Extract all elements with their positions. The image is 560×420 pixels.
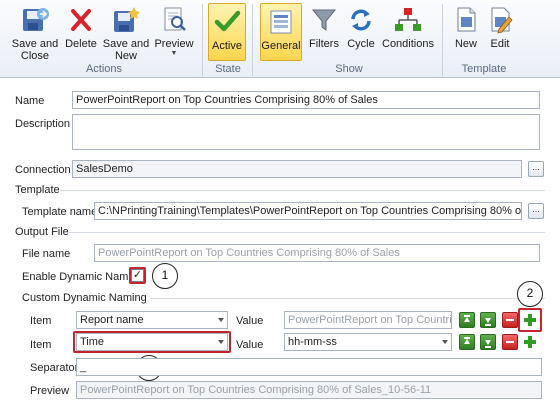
actions-group-label: Actions xyxy=(85,63,123,75)
save-and-new-icon xyxy=(111,5,141,35)
section-divider xyxy=(68,232,545,233)
value-select-value: hh-mm-ss xyxy=(288,336,337,348)
name-field[interactable]: PowerPointReport on Top Countries Compri… xyxy=(72,91,540,109)
state-group-label: State xyxy=(215,63,241,75)
template-browse-button[interactable]: ... xyxy=(528,203,544,219)
ribbon-separator xyxy=(442,4,443,76)
move-down-icon xyxy=(485,346,491,348)
active-button[interactable]: Active xyxy=(208,3,246,61)
remove-row-button[interactable] xyxy=(502,312,518,328)
move-down-button[interactable] xyxy=(480,312,496,328)
ribbon-separator xyxy=(202,4,203,76)
save-and-close-icon xyxy=(20,5,50,35)
save-and-new-button[interactable]: Save and New xyxy=(102,2,150,62)
output-file-section-label: Output File xyxy=(15,226,69,238)
preview-icon xyxy=(159,5,189,35)
move-up-icon xyxy=(464,337,470,339)
checkmark-icon xyxy=(212,7,242,37)
preview-field: PowerPointReport on Top Countries Compri… xyxy=(76,381,542,399)
value-label: Value xyxy=(236,315,264,327)
connection-browse-button[interactable]: ... xyxy=(528,161,544,177)
file-name-label: File name xyxy=(22,248,71,260)
filters-button[interactable]: Filters xyxy=(306,2,342,62)
description-label: Description xyxy=(15,118,71,130)
template-edit-button[interactable]: Edit xyxy=(486,2,514,62)
template-new-label: New xyxy=(454,38,477,50)
filters-label: Filters xyxy=(309,38,339,50)
delete-label: Delete xyxy=(65,38,97,50)
cycle-button[interactable]: Cycle xyxy=(344,2,378,62)
section-divider xyxy=(60,190,545,191)
add-row-button[interactable] xyxy=(522,312,538,328)
callout-1: 1 xyxy=(152,263,178,289)
general-icon xyxy=(266,7,296,37)
template-name-label: Template name xyxy=(22,206,98,218)
template-name-field[interactable]: C:\NPrintingTraining\Templates\PowerPoin… xyxy=(94,202,522,220)
item-select[interactable]: Time xyxy=(76,333,228,351)
chevron-down-icon xyxy=(218,340,224,344)
chevron-down-icon: ▼ xyxy=(170,50,178,57)
value-select[interactable]: hh-mm-ss xyxy=(284,333,452,351)
move-up-button[interactable] xyxy=(459,312,475,328)
chevron-down-icon xyxy=(218,318,224,322)
name-label: Name xyxy=(15,95,45,107)
item-select-value: Time xyxy=(80,336,105,348)
preview-label: Preview xyxy=(30,385,70,397)
general-button[interactable]: General xyxy=(260,3,302,61)
save-and-close-label: Save and Close xyxy=(11,38,59,62)
move-up-button[interactable] xyxy=(459,334,475,350)
add-row-button[interactable] xyxy=(522,334,538,350)
cycle-label: Cycle xyxy=(347,38,375,50)
ribbon-toolbar: Save and Close Delete Save and New Previ… xyxy=(0,0,560,78)
enable-dynamic-naming-checkbox[interactable]: ✓ xyxy=(131,269,144,282)
template-new-button[interactable]: New xyxy=(452,2,480,62)
chevron-down-icon xyxy=(442,340,448,344)
connection-field: SalesDemo xyxy=(72,160,522,178)
move-down-icon xyxy=(485,324,491,326)
value-label: Value xyxy=(236,339,264,351)
delete-button[interactable]: Delete xyxy=(64,2,98,62)
conditions-button[interactable]: Conditions xyxy=(380,2,436,62)
show-group-label: Show xyxy=(335,63,363,75)
conditions-label: Conditions xyxy=(382,38,434,50)
remove-row-button[interactable] xyxy=(502,334,518,350)
template-edit-label: Edit xyxy=(490,38,510,50)
description-field[interactable] xyxy=(72,114,540,150)
separator-label: Separator xyxy=(30,362,79,374)
preview-button[interactable]: Preview ▼ xyxy=(154,2,194,62)
section-divider xyxy=(150,298,545,299)
item-label: Item xyxy=(30,315,52,327)
cycle-icon xyxy=(346,5,376,35)
item-select[interactable]: Report name xyxy=(76,311,228,329)
connection-label: Connection xyxy=(15,164,71,176)
ribbon-separator xyxy=(252,4,253,76)
template-section-label: Template xyxy=(15,184,60,196)
conditions-icon xyxy=(393,5,423,35)
file-name-field[interactable]: PowerPointReport on Top Countries Compri… xyxy=(94,244,540,262)
funnel-icon xyxy=(309,5,339,35)
general-label: General xyxy=(261,40,301,52)
custom-dynamic-naming-label: Custom Dynamic Naming xyxy=(22,292,147,304)
save-and-close-button[interactable]: Save and Close xyxy=(8,2,62,62)
enable-dynamic-naming-label: Enable Dynamic Naming xyxy=(22,271,144,283)
delete-icon xyxy=(66,5,96,35)
item-select-value: Report name xyxy=(80,314,144,326)
edit-template-icon xyxy=(485,5,515,35)
value-field[interactable]: PowerPointReport on Top Countries Co xyxy=(284,311,452,329)
preview-label: Preview xyxy=(154,38,194,50)
new-template-icon xyxy=(451,5,481,35)
callout-2: 2 xyxy=(517,281,543,307)
move-up-icon xyxy=(464,315,470,317)
active-label: Active xyxy=(212,40,242,52)
separator-field[interactable]: _ xyxy=(76,358,542,376)
save-and-new-label: Save and New xyxy=(102,38,150,62)
item-label: Item xyxy=(30,339,52,351)
template-group-label: Template xyxy=(461,63,507,75)
move-down-button[interactable] xyxy=(480,334,496,350)
